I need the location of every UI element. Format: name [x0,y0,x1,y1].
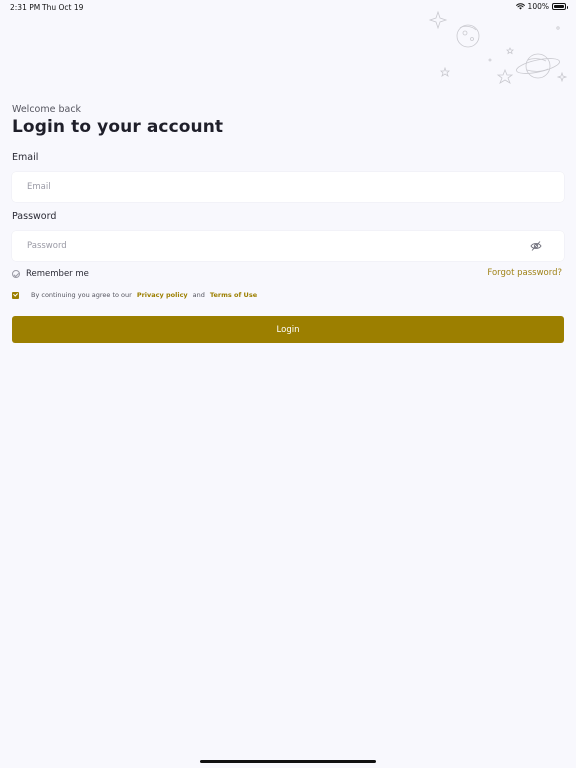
space-illustration [428,10,568,84]
terms-checkbox[interactable] [12,291,19,299]
terms-and-text: and [192,291,205,299]
status-date: Thu Oct 19 [42,3,84,12]
remember-me-row: Remember me [12,268,89,280]
page-title: Login to your account [12,117,224,137]
login-button[interactable]: Login [12,316,564,343]
email-field[interactable] [27,172,527,202]
terms-of-use-link[interactable]: Terms of Use [210,291,257,299]
remember-me-toggle[interactable] [12,270,20,278]
moon-icon [456,24,480,48]
terms-agreement-row: By continuing you agree to our Privacy p… [12,290,257,300]
planet-icon [516,53,560,79]
welcome-text: Welcome back [12,104,82,115]
remember-me-label[interactable]: Remember me [26,269,89,279]
password-field[interactable] [27,231,527,261]
home-indicator [200,760,376,763]
password-label: Password [12,211,57,222]
email-field-container [12,172,564,202]
checkmark-icon [13,291,18,297]
terms-prefix-text: By continuing you agree to our [31,291,132,299]
password-field-container [12,231,564,261]
check-icon [13,271,19,277]
email-label: Email [12,152,39,163]
eye-slash-icon[interactable] [530,240,542,252]
privacy-policy-link[interactable]: Privacy policy [137,291,188,299]
forgot-password-link[interactable]: Forgot password? [487,268,562,278]
sparkle-icon [428,10,448,30]
status-time: 2:31 PM [10,3,41,12]
